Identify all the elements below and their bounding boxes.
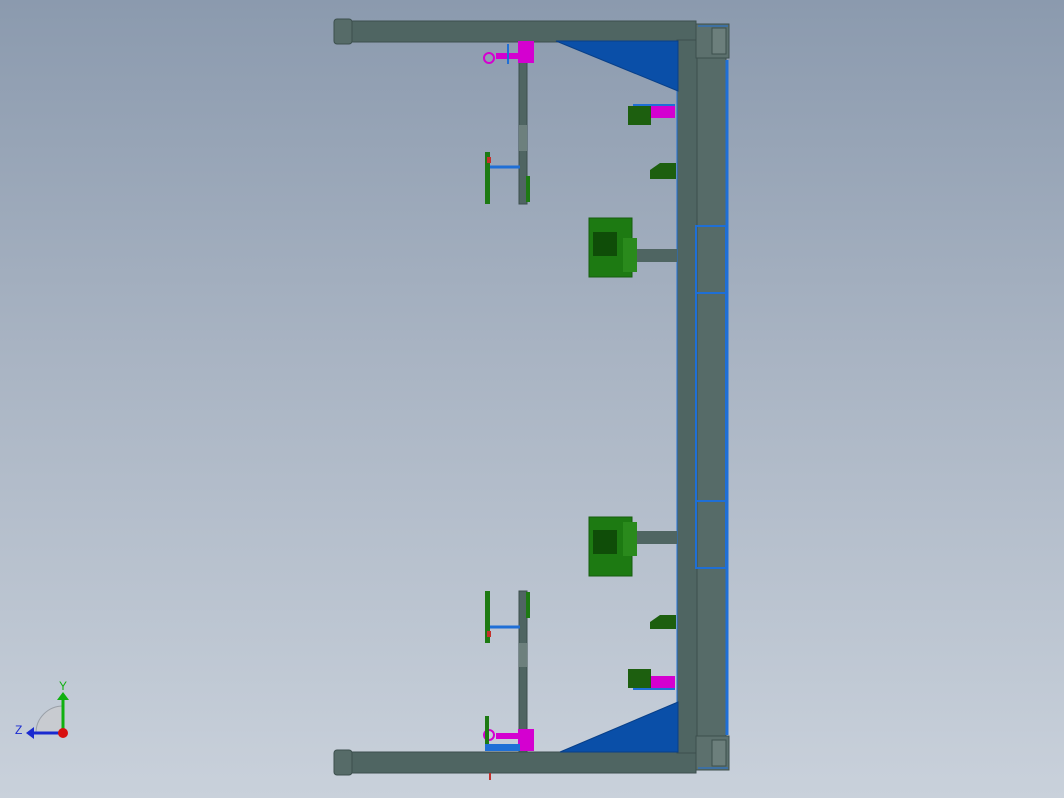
x-axis-point — [58, 728, 68, 738]
top-hanger-arm[interactable] — [485, 41, 530, 205]
top-rail[interactable] — [335, 20, 697, 43]
bottom-hanger-arm[interactable] — [485, 590, 530, 753]
bottom-corner-block[interactable] — [695, 735, 730, 771]
top-pin-clamp[interactable] — [483, 41, 534, 64]
side-beam[interactable] — [696, 57, 727, 737]
lower-clamp-unit[interactable] — [628, 669, 675, 690]
top-corner-block[interactable] — [695, 23, 730, 59]
upper-main-clamp[interactable] — [588, 217, 677, 278]
bottom-gusset-plate[interactable] — [559, 701, 679, 753]
upper-clamp-unit[interactable] — [628, 104, 675, 125]
graphics-viewport[interactable]: Y Z — [0, 0, 1064, 798]
lower-locator-block[interactable] — [650, 615, 676, 629]
fixture-assembly[interactable] — [333, 18, 730, 780]
upper-locator-block[interactable] — [650, 163, 676, 179]
lower-main-clamp[interactable] — [588, 516, 677, 577]
top-gusset-plate[interactable] — [555, 40, 679, 92]
bottom-rail-endcap — [333, 749, 353, 776]
reference-triad: Y Z — [15, 679, 69, 739]
z-axis-arrow-icon — [26, 727, 34, 739]
triad-arc — [35, 705, 64, 734]
z-axis-label: Z — [15, 723, 22, 737]
y-axis-arrow-icon — [57, 692, 69, 700]
top-rail-endcap — [333, 18, 353, 45]
y-axis-label: Y — [59, 679, 67, 693]
bottom-rail[interactable] — [335, 751, 697, 774]
